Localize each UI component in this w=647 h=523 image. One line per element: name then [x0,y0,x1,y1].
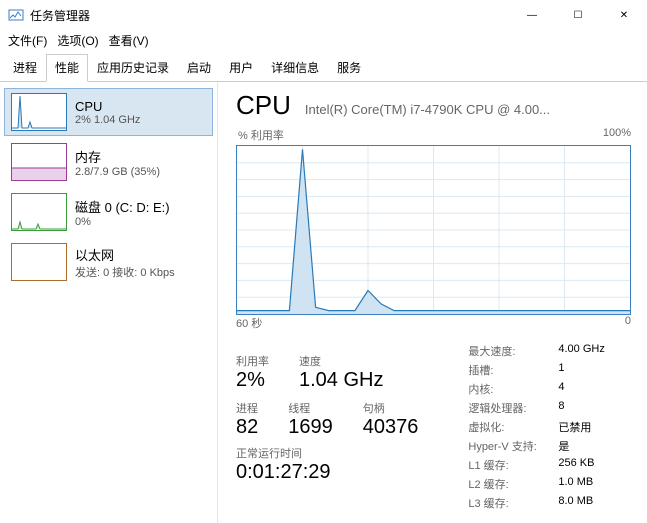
main-panel: CPU Intel(R) Core(TM) i7-4790K CPU @ 4.0… [218,82,647,523]
sidebar-item-ethernet[interactable]: 以太网 发送: 0 接收: 0 Kbps [4,238,213,286]
v-cores: 4 [558,381,638,397]
cpu-thumb [11,93,67,131]
k-virt: 虚拟化: [468,419,558,435]
menu-options[interactable]: 选项(O) [57,32,98,49]
cpu-info-grid: 最大速度:4.00 GHz 插槽:1 内核:4 逻辑处理器:8 虚拟化:已禁用 … [468,343,638,511]
value-handles: 40376 [363,416,419,439]
sidebar-cpu-title: CPU [75,99,140,114]
tabstrip: 进程 性能 应用历史记录 启动 用户 详细信息 服务 [0,53,647,82]
value-utilization: 2% [236,369,269,392]
sidebar-disk-sub: 0% [75,216,170,228]
v-l2: 1.0 MB [558,476,638,492]
k-l2: L2 缓存: [468,476,558,492]
sidebar-item-memory[interactable]: 内存 2.8/7.9 GB (35%) [4,138,213,186]
k-cores: 内核: [468,381,558,397]
v-hyperv: 是 [558,438,638,454]
k-hyperv: Hyper-V 支持: [468,438,558,454]
sidebar-item-cpu[interactable]: CPU 2% 1.04 GHz [4,88,213,136]
v-l3: 8.0 MB [558,495,638,511]
v-logical: 8 [558,400,638,416]
cpu-chart[interactable] [236,145,631,315]
label-utilization: 利用率 [236,353,269,369]
chart-ylabel: % 利用率 [238,127,284,143]
tab-services[interactable]: 服务 [328,54,370,82]
close-button[interactable]: ✕ [601,0,647,30]
cpu-description: Intel(R) Core(TM) i7-4790K CPU @ 4.00... [305,102,633,117]
net-thumb [11,243,67,281]
label-threads: 线程 [288,400,333,416]
window-title: 任务管理器 [30,7,90,24]
value-processes: 82 [236,416,258,439]
k-l1: L1 缓存: [468,457,558,473]
value-threads: 1699 [288,416,333,439]
sidebar: CPU 2% 1.04 GHz 内存 2.8/7.9 GB (35%) [0,82,218,523]
sidebar-net-sub: 发送: 0 接收: 0 Kbps [75,264,175,280]
sidebar-net-title: 以太网 [75,245,175,264]
menubar: 文件(F) 选项(O) 查看(V) [0,30,647,53]
k-l3: L3 缓存: [468,495,558,511]
label-handles: 句柄 [363,400,419,416]
chart-xleft: 60 秒 [236,315,262,331]
chart-xright: 0 [625,315,631,331]
value-speed: 1.04 GHz [299,369,383,392]
sidebar-disk-title: 磁盘 0 (C: D: E:) [75,197,170,216]
menu-view[interactable]: 查看(V) [109,32,149,49]
value-uptime: 0:01:27:29 [236,461,418,484]
label-processes: 进程 [236,400,258,416]
v-maxspeed: 4.00 GHz [558,343,638,359]
label-uptime: 正常运行时间 [236,445,418,461]
tab-processes[interactable]: 进程 [4,54,46,82]
tab-users[interactable]: 用户 [220,54,262,82]
tab-performance[interactable]: 性能 [46,54,88,82]
k-maxspeed: 最大速度: [468,343,558,359]
memory-thumb [11,143,67,181]
label-speed: 速度 [299,353,383,369]
sidebar-mem-title: 内存 [75,147,160,166]
sidebar-cpu-sub: 2% 1.04 GHz [75,114,140,126]
tab-app-history[interactable]: 应用历史记录 [88,54,178,82]
v-sockets: 1 [558,362,638,378]
disk-thumb [11,193,67,231]
titlebar: 任务管理器 — ☐ ✕ [0,0,647,30]
k-sockets: 插槽: [468,362,558,378]
app-icon [8,7,24,23]
tab-startup[interactable]: 启动 [178,54,220,82]
minimize-button[interactable]: — [509,0,555,30]
menu-file[interactable]: 文件(F) [8,32,47,49]
sidebar-mem-sub: 2.8/7.9 GB (35%) [75,166,160,178]
k-logical: 逻辑处理器: [468,400,558,416]
chart-ymax: 100% [603,127,631,143]
sidebar-item-disk[interactable]: 磁盘 0 (C: D: E:) 0% [4,188,213,236]
v-l1: 256 KB [558,457,638,473]
main-heading: CPU [236,90,291,121]
maximize-button[interactable]: ☐ [555,0,601,30]
tab-details[interactable]: 详细信息 [262,54,328,82]
v-virt: 已禁用 [558,419,638,435]
